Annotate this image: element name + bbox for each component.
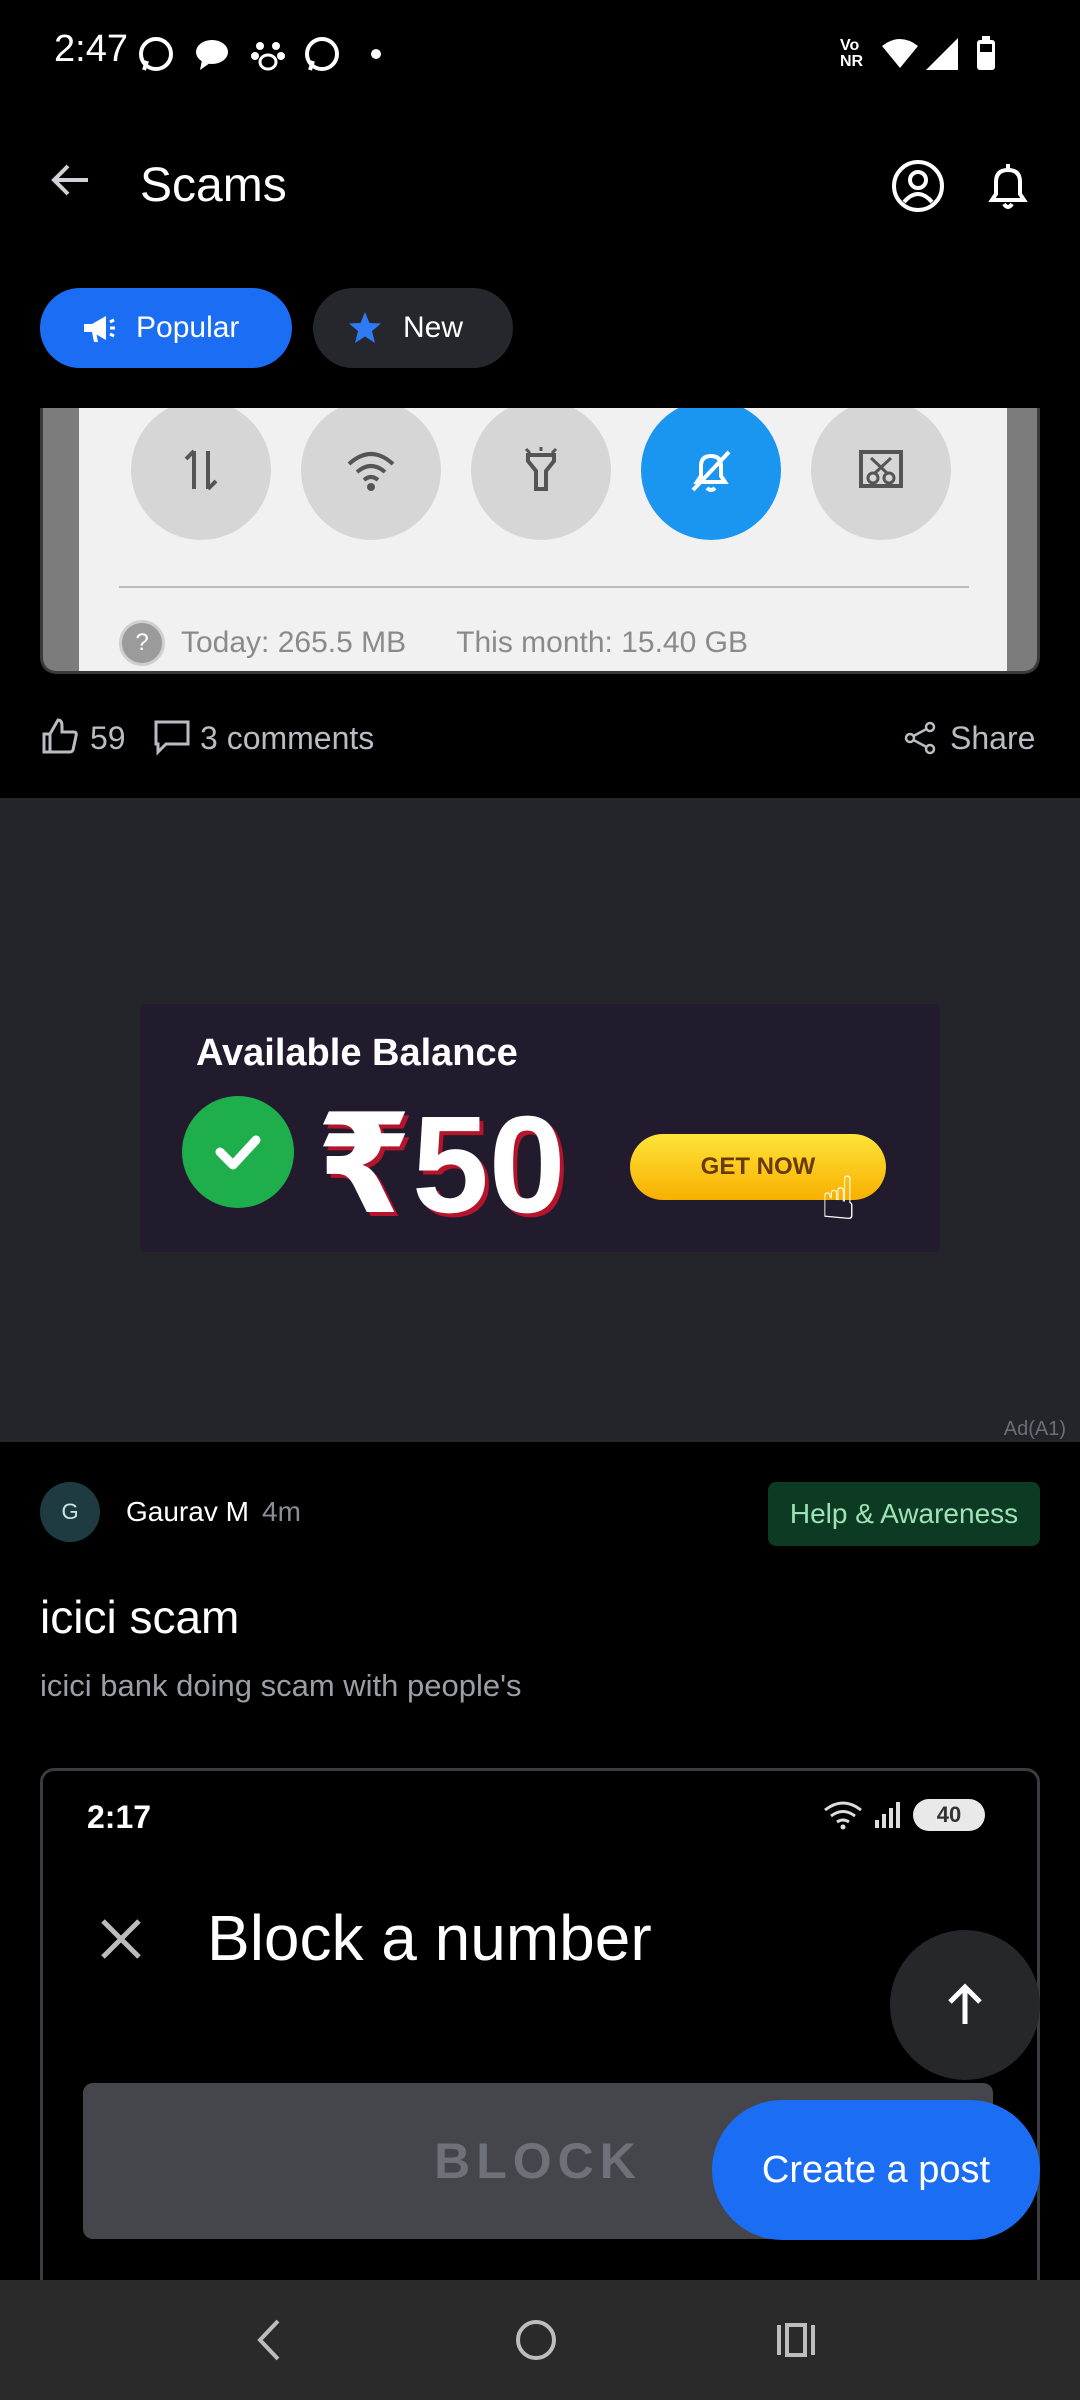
screenshot-icon bbox=[811, 408, 951, 540]
screenshot-heading: Block a number bbox=[207, 1902, 652, 1974]
page-title: Scams bbox=[140, 159, 287, 212]
post-title[interactable]: icici scam bbox=[40, 1590, 239, 1644]
flashlight-icon bbox=[471, 408, 611, 540]
share-button[interactable]: Share bbox=[950, 720, 1035, 757]
notifications-button[interactable] bbox=[980, 158, 1040, 218]
ad-banner[interactable]: Available Balance ₹50 GET NOW ☝ bbox=[140, 1004, 940, 1252]
arrow-up-icon bbox=[948, 1983, 982, 2024]
ad-container: Available Balance ₹50 GET NOW ☝ Ad(A1) bbox=[0, 798, 1080, 1442]
close-icon bbox=[101, 1919, 141, 1959]
data-usage: ? Today: 265.5 MB This month: 15.40 GB bbox=[119, 620, 748, 666]
star-icon bbox=[349, 312, 381, 343]
battery-icon: 40 bbox=[913, 1799, 985, 1831]
whatsapp-icon bbox=[139, 37, 173, 71]
signal-icon bbox=[875, 1802, 900, 1828]
profile-button[interactable] bbox=[890, 158, 950, 218]
post-body[interactable]: icici bank doing scam with people's bbox=[40, 1668, 522, 1704]
ad-title: Available Balance bbox=[196, 1032, 518, 1074]
check-icon bbox=[182, 1096, 294, 1208]
megaphone-icon bbox=[84, 316, 115, 342]
category-badge[interactable]: Help & Awareness bbox=[768, 1482, 1040, 1546]
comment-icon[interactable] bbox=[152, 716, 192, 756]
wifi-icon bbox=[301, 408, 441, 540]
battery-icon bbox=[977, 36, 995, 70]
data-toggle-icon bbox=[131, 408, 271, 540]
status-time: 2:47 bbox=[54, 28, 128, 70]
dot-icon bbox=[371, 49, 381, 59]
filter-chip-label: Popular bbox=[136, 311, 240, 344]
avatar[interactable]: G bbox=[40, 1482, 100, 1542]
divider bbox=[119, 586, 969, 588]
chevron-left-icon bbox=[257, 2319, 280, 2361]
bell-icon bbox=[988, 164, 1028, 209]
user-circle-icon bbox=[892, 160, 944, 212]
signal-icon bbox=[926, 38, 958, 70]
nav-back-button[interactable] bbox=[240, 2310, 300, 2370]
like-count: 59 bbox=[90, 720, 126, 756]
recents-icon bbox=[777, 2323, 815, 2357]
filter-chip-popular[interactable]: Popular bbox=[40, 288, 292, 368]
quick-settings-screenshot: ? Today: 265.5 MB This month: 15.40 GB bbox=[79, 408, 1007, 671]
help-icon: ? bbox=[119, 620, 165, 666]
screenshot-status-icons: 40 bbox=[823, 1799, 985, 1831]
usage-today: Today: 265.5 MB bbox=[181, 626, 407, 659]
volte-icon: Vo NR bbox=[840, 37, 864, 70]
nav-recents-button[interactable] bbox=[766, 2310, 826, 2370]
paw-icon bbox=[251, 42, 285, 71]
post-image[interactable]: ? Today: 265.5 MB This month: 15.40 GB bbox=[40, 408, 1040, 674]
home-circle-icon bbox=[516, 2320, 556, 2360]
create-post-button[interactable]: Create a post bbox=[712, 2100, 1040, 2240]
back-button[interactable] bbox=[40, 150, 100, 210]
ad-label: Ad(A1) bbox=[1003, 1418, 1066, 1440]
status-bar: 2:47 Vo NR bbox=[0, 0, 1080, 110]
navigation-bar bbox=[0, 2280, 1080, 2400]
filter-chip-label: New bbox=[403, 311, 464, 344]
post-actions: 59 3 comments Share bbox=[40, 708, 1040, 768]
thumbs-up-icon[interactable] bbox=[40, 716, 80, 756]
author-name[interactable]: Gaurav M bbox=[126, 1496, 249, 1528]
post-time: 4m bbox=[262, 1496, 301, 1527]
filter-chip-new[interactable]: New bbox=[313, 288, 513, 368]
comments-link[interactable]: 3 comments bbox=[200, 720, 374, 757]
wifi-icon bbox=[824, 1801, 862, 1830]
screenshot-time: 2:17 bbox=[87, 1799, 152, 1835]
pointing-hand-icon: ☝ bbox=[820, 1165, 857, 1232]
share-icon[interactable] bbox=[902, 720, 938, 756]
ad-amount: ₹50 bbox=[316, 1088, 566, 1242]
silent-mode-icon bbox=[641, 408, 781, 540]
arrow-left-icon bbox=[51, 164, 88, 196]
chat-icon bbox=[196, 40, 228, 70]
nav-home-button[interactable] bbox=[506, 2310, 566, 2370]
whatsapp-icon bbox=[305, 37, 339, 71]
wifi-icon bbox=[882, 39, 918, 68]
usage-month: This month: 15.40 GB bbox=[456, 626, 748, 659]
scroll-to-top-button[interactable] bbox=[890, 1930, 1040, 2080]
